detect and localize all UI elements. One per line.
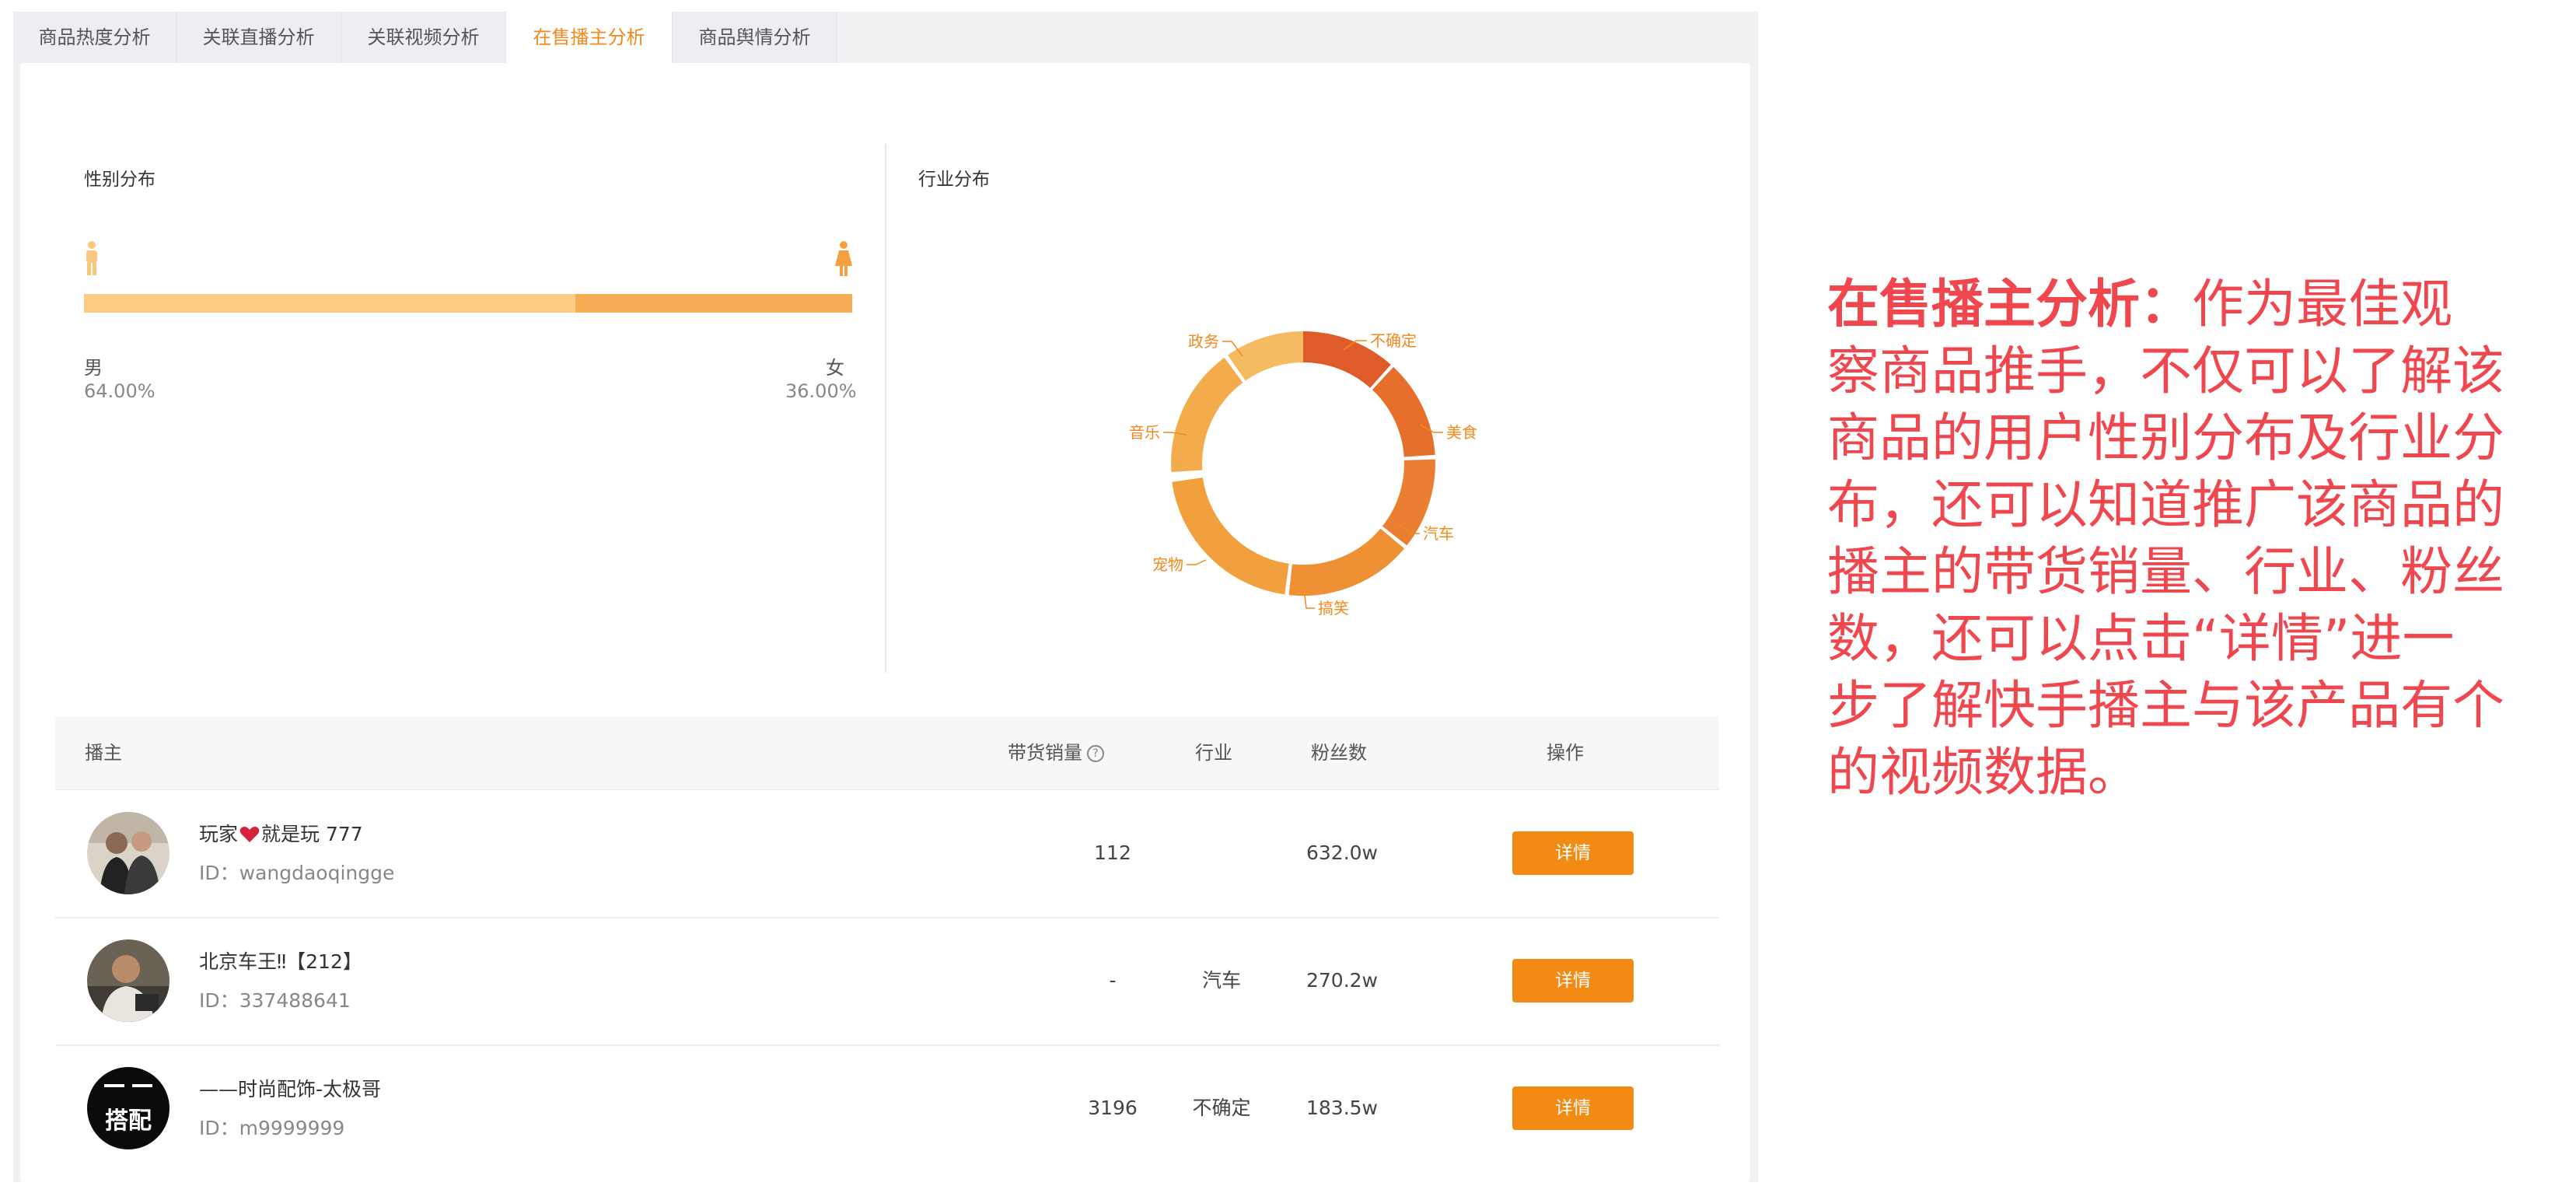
content-card: 性别分布 男 64.00% 女 36.00% 行业分布 不确定 美食 汽车 搞笑… xyxy=(20,63,1750,1182)
tab-related-live[interactable]: 关联直播分析 xyxy=(177,12,341,63)
fans-value: 270.2w xyxy=(1305,969,1379,992)
donut-label-music: 音乐 xyxy=(1129,423,1160,442)
industry-value xyxy=(1175,789,1268,917)
header-streamer: 播主 xyxy=(85,742,122,764)
sales-value: 3196 xyxy=(1088,1097,1138,1119)
table-row: 搭配 ——时尚配饰-太极哥 ID：m9999999 3196 不确定 183.5… xyxy=(55,1044,1719,1172)
streamer-table-header: 播主 带货销量? 行业 粉丝数 操作 xyxy=(55,716,1719,790)
gender-section-title: 性别分布 xyxy=(84,170,156,190)
streamer-id: ID：m9999999 xyxy=(199,1117,345,1139)
avatar: 搭配 xyxy=(87,1067,170,1149)
female-icon xyxy=(835,241,852,276)
donut-segment-music xyxy=(1171,357,1243,472)
industry-value: 不确定 xyxy=(1192,1097,1251,1119)
app-frame: 商品热度分析 关联直播分析 关联视频分析 在售播主分析 商品舆情分析 性别分布 … xyxy=(13,12,1758,1182)
avatar-dash-left xyxy=(104,1084,124,1087)
male-label: 男 xyxy=(84,357,103,379)
header-action: 操作 xyxy=(1547,742,1584,764)
tab-streamer-analysis[interactable]: 在售播主分析 xyxy=(506,12,673,63)
streamer-name[interactable]: 玩家 就是玩 777 xyxy=(199,819,363,847)
industry-donut-chart: 不确定 美食 汽车 搞笑 宠物 音乐 政务 xyxy=(1031,269,1575,705)
description-line-7: 步了解快手播主与该产品有个 xyxy=(1827,675,2504,736)
gender-bar-male xyxy=(84,294,576,313)
description-line-1: 在售播主分析：作为最佳观 xyxy=(1827,271,2558,338)
donut-label-pet: 宠物 xyxy=(1152,555,1183,574)
donut-segment-pet xyxy=(1172,477,1290,595)
sales-value: - xyxy=(1109,969,1117,992)
industry-section-title: 行业分布 xyxy=(918,170,990,190)
feature-description: 在售播主分析：作为最佳观 察商品推手，不仅可以了解该 商品的用户性别分布及行业分… xyxy=(1827,271,2558,806)
streamer-name-part2: 就是玩 777 xyxy=(261,823,363,845)
fans-value: 632.0w xyxy=(1305,841,1379,864)
streamer-name[interactable]: ——时尚配饰-太极哥 xyxy=(199,1074,381,1102)
donut-label-comedy: 搞笑 xyxy=(1318,599,1349,617)
description-line-6: 数，还可以点击“详情”进一 xyxy=(1827,608,2455,669)
gender-bar xyxy=(84,294,852,313)
description-line-8: 的视频数据。 xyxy=(1827,742,2140,803)
description-line-4: 布，还可以知道推广该商品的 xyxy=(1827,474,2504,535)
donut-segment-uncertain xyxy=(1302,331,1391,389)
streamer-id: ID：wangdaoqingge xyxy=(199,862,395,884)
female-label: 女 xyxy=(826,357,844,379)
streamer-id: ID：337488641 xyxy=(199,989,351,1012)
donut-label-uncertain: 不确定 xyxy=(1370,331,1417,350)
industry-donut-svg: 不确定 美食 汽车 搞笑 宠物 音乐 政务 xyxy=(1129,331,1477,617)
description-title: 在售播主分析： xyxy=(1827,274,2192,334)
description-line1-text: 作为最佳观 xyxy=(2192,274,2452,334)
header-sales-label: 带货销量 xyxy=(1008,742,1082,764)
streamer-name-part1: 玩家 xyxy=(199,823,239,845)
avatar-text: 搭配 xyxy=(105,1107,152,1135)
details-button[interactable]: 详情 xyxy=(1512,959,1634,1002)
help-icon[interactable]: ? xyxy=(1087,745,1104,762)
table-row: 北京车王‼【212】 ID：337488641 - 汽车 270.2w 详情 xyxy=(55,917,1719,1046)
header-fans: 粉丝数 xyxy=(1311,742,1367,764)
heart-icon xyxy=(239,827,260,842)
donut-segment-food xyxy=(1372,366,1435,458)
donut-segment-comedy xyxy=(1288,528,1405,596)
donut-label-government: 政务 xyxy=(1188,332,1219,351)
avatar xyxy=(87,812,170,894)
table-row: 玩家 就是玩 777 ID：wangdaoqingge 112 632.0w 详情 xyxy=(55,789,1719,918)
description-line-2: 察商品推手，不仅可以了解该 xyxy=(1827,341,2504,401)
donut-segment-government xyxy=(1227,331,1304,381)
donut-label-food: 美食 xyxy=(1446,423,1477,442)
fans-value: 183.5w xyxy=(1305,1097,1379,1119)
tab-public-opinion[interactable]: 商品舆情分析 xyxy=(673,12,837,63)
industry-value: 汽车 xyxy=(1201,969,1241,992)
header-sales: 带货销量? xyxy=(1008,716,1104,789)
donut-label-car: 汽车 xyxy=(1423,524,1454,543)
avatar xyxy=(87,939,170,1022)
details-button[interactable]: 详情 xyxy=(1512,831,1634,875)
description-line-5: 播主的带货销量、行业、粉丝 xyxy=(1827,541,2504,602)
tab-related-video[interactable]: 关联视频分析 xyxy=(341,12,506,63)
header-industry: 行业 xyxy=(1195,742,1232,764)
panel-divider xyxy=(885,144,886,673)
streamer-name[interactable]: 北京车王‼【212】 xyxy=(199,946,362,974)
details-button[interactable]: 详情 xyxy=(1512,1086,1634,1130)
avatar-dash-right xyxy=(132,1084,152,1087)
sales-value: 112 xyxy=(1094,841,1131,864)
tab-product-heat[interactable]: 商品热度分析 xyxy=(13,12,177,63)
description-line-3: 商品的用户性别分布及行业分 xyxy=(1827,408,2504,468)
female-percentage: 36.00% xyxy=(785,380,857,402)
male-icon xyxy=(86,241,97,275)
male-percentage: 64.00% xyxy=(84,380,156,402)
